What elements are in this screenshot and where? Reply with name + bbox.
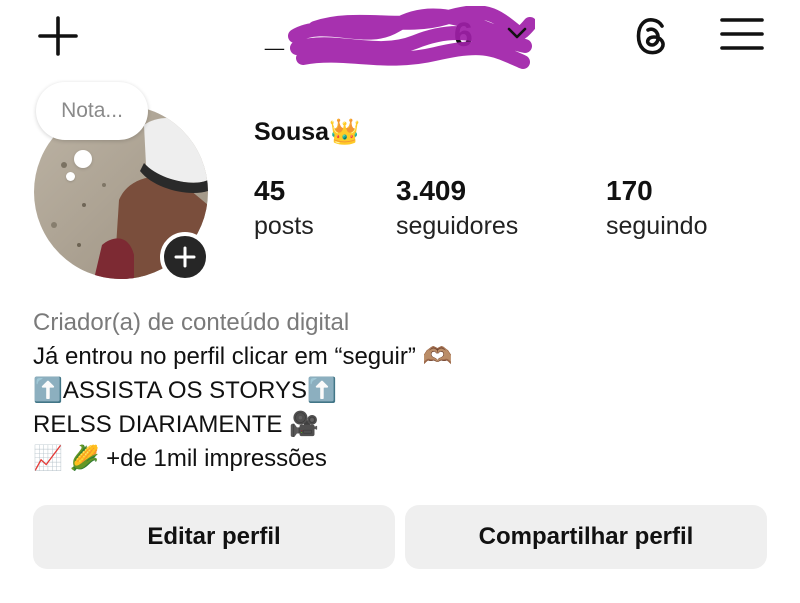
bio-line: RELSS DIARIAMENTE 🎥 xyxy=(33,411,319,438)
bio-category: Criador(a) de conteúdo digital xyxy=(33,309,350,336)
bio-line: ⬆️ASSISTA OS STORYS⬆️ xyxy=(33,377,337,404)
bio-line: 📈 🌽 +de 1mil impressões xyxy=(33,445,327,472)
top-bar: _ 6 xyxy=(0,0,800,80)
share-profile-label: Compartilhar perfil xyxy=(478,523,694,550)
plus-icon xyxy=(174,246,196,268)
stat-value: 170 xyxy=(606,175,653,206)
plus-icon[interactable] xyxy=(36,14,80,58)
note-bubble-tail xyxy=(74,150,92,168)
add-story-button[interactable] xyxy=(160,232,210,282)
stat-label: posts xyxy=(254,212,314,240)
stat-following[interactable]: 170 seguindo xyxy=(606,174,707,244)
stat-value: 45 xyxy=(254,175,286,206)
stat-label: seguidores xyxy=(396,212,519,240)
profile-avatar-area: Nota... xyxy=(30,80,230,290)
edit-profile-button[interactable]: Editar perfil xyxy=(33,505,395,569)
note-placeholder: Nota... xyxy=(61,99,123,122)
stat-label: seguindo xyxy=(606,212,708,240)
edit-profile-label: Editar perfil xyxy=(147,523,281,550)
note-bubble-tail-small xyxy=(66,172,75,181)
username-redaction xyxy=(288,6,535,69)
note-bubble[interactable]: Nota... xyxy=(36,82,148,140)
menu-icon[interactable] xyxy=(718,14,766,54)
threads-icon[interactable] xyxy=(628,12,676,60)
bio: Criador(a) de conteúdo digital Já entrou… xyxy=(33,306,452,476)
stat-posts[interactable]: 45 posts xyxy=(254,174,314,244)
stat-value: 3.409 xyxy=(396,175,467,206)
share-profile-button[interactable]: Compartilhar perfil xyxy=(405,505,767,569)
chevron-down-icon[interactable] xyxy=(506,26,528,40)
display-name: Sousa👑 xyxy=(254,118,361,146)
username-switcher[interactable]: _ 6 xyxy=(265,6,545,76)
stat-followers[interactable]: 3.409 seguidores xyxy=(396,174,518,244)
bio-line: Já entrou no perfil clicar em “seguir” 🫶… xyxy=(33,343,453,370)
